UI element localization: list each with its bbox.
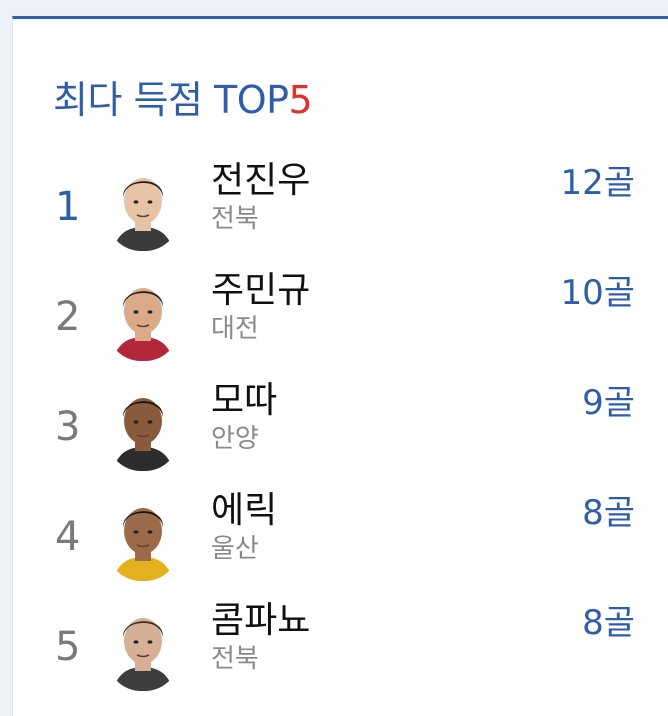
widget-title: 최다 득점 TOP5	[53, 69, 313, 124]
player-avatar	[107, 385, 179, 471]
player-row[interactable]: 2 주민규 대전 10골	[13, 269, 668, 379]
player-team: 전북	[211, 644, 259, 674]
player-row[interactable]: 1 전진우 전북 12골	[13, 159, 668, 269]
player-name: 에릭	[211, 490, 278, 531]
player-team: 전북	[211, 204, 259, 234]
player-row[interactable]: 3 모따 안양 9골	[13, 379, 668, 489]
player-avatar	[107, 495, 179, 581]
title-main: 최다 득점 TOP	[53, 78, 289, 122]
player-name: 전진우	[211, 160, 311, 201]
player-name: 콤파뇨	[211, 600, 311, 641]
player-avatar	[107, 275, 179, 361]
rank-number: 5	[55, 624, 81, 670]
player-avatar	[107, 165, 179, 251]
goal-count: 9골	[582, 383, 635, 423]
top-scorers-card: 최다 득점 TOP5 1 전진우 전북 12골 2 주민규 대전 10골 3 모따 안양 9골 4 에릭 울…	[12, 16, 668, 716]
title-accent-number: 5	[288, 78, 313, 122]
rank-number: 1	[55, 184, 81, 230]
goal-count: 10골	[560, 273, 635, 313]
player-team: 대전	[211, 314, 259, 344]
rank-number: 3	[55, 404, 81, 450]
player-team: 울산	[211, 534, 259, 564]
goal-count: 8골	[582, 493, 635, 533]
player-row[interactable]: 4 에릭 울산 8골	[13, 489, 668, 599]
rank-number: 4	[55, 514, 81, 560]
goal-count: 12골	[560, 163, 635, 203]
player-name: 모따	[211, 380, 278, 421]
player-row[interactable]: 5 콤파뇨 전북 8골	[13, 599, 668, 709]
player-avatar	[107, 605, 179, 691]
player-name: 주민규	[211, 270, 311, 311]
rank-number: 2	[55, 294, 81, 340]
goal-count: 8골	[582, 603, 635, 643]
player-team: 안양	[211, 424, 259, 454]
